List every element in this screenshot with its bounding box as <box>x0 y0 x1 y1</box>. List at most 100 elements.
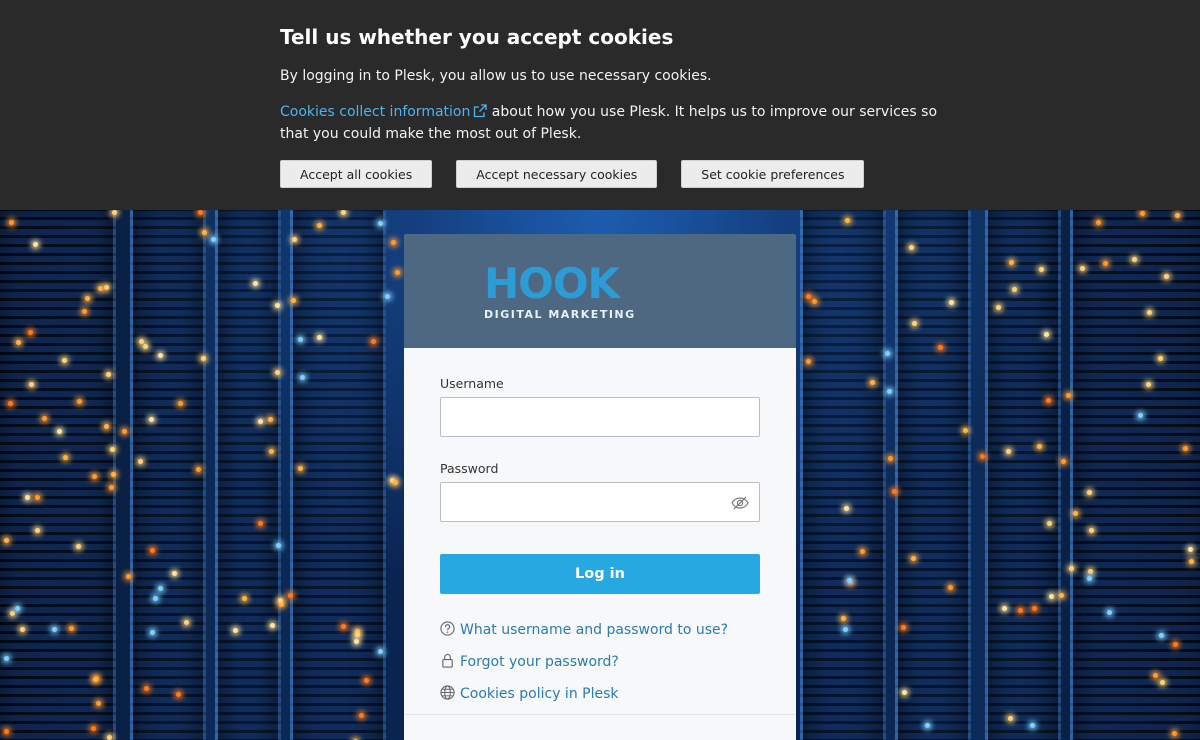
divider <box>404 714 796 715</box>
cookie-banner-content: Tell us whether you accept cookies By lo… <box>280 24 940 188</box>
server-led <box>150 630 156 636</box>
server-led <box>27 330 33 336</box>
server-led <box>291 298 297 304</box>
server-led <box>34 494 40 500</box>
server-led <box>274 369 280 375</box>
server-led <box>1002 606 1008 611</box>
cookies-info-link[interactable]: Cookies collect information <box>280 104 488 120</box>
server-led <box>886 389 892 395</box>
server-led <box>925 723 931 729</box>
server-led <box>1006 448 1012 454</box>
forgot-password-label: Forgot your password? <box>460 654 619 670</box>
forgot-password-link[interactable]: Forgot your password? <box>440 646 760 678</box>
server-led <box>891 489 897 495</box>
server-led <box>297 465 303 471</box>
server-led <box>258 418 264 424</box>
server-led <box>104 284 110 290</box>
server-led <box>195 466 201 472</box>
cookie-banner-info: Cookies collect information about how yo… <box>280 102 940 144</box>
server-led <box>35 528 41 534</box>
server-led <box>111 472 117 478</box>
server-led <box>137 458 143 464</box>
server-led <box>806 358 812 364</box>
server-led <box>33 242 38 248</box>
eye-slash-icon[interactable] <box>731 495 749 514</box>
cookies-policy-link[interactable]: Cookies policy in Plesk <box>440 678 760 710</box>
server-led <box>149 547 155 553</box>
server-led <box>8 400 14 406</box>
server-led <box>142 344 148 350</box>
server-led <box>1137 412 1143 418</box>
server-led <box>103 423 109 429</box>
login-header: HOOK DIGITAL MARKETING <box>404 234 796 348</box>
server-led <box>996 304 1002 310</box>
server-led <box>3 656 9 662</box>
server-led <box>1157 356 1163 362</box>
server-led <box>158 353 164 359</box>
server-led <box>812 299 818 305</box>
server-led <box>1096 220 1102 226</box>
server-led <box>138 339 144 345</box>
login-form: Username Password Log in What username a… <box>404 348 796 710</box>
server-led <box>887 456 893 462</box>
cookie-banner-title: Tell us whether you accept cookies <box>280 25 674 49</box>
server-led <box>232 627 238 633</box>
server-led <box>76 398 82 404</box>
credentials-help-link[interactable]: What username and password to use? <box>440 614 760 646</box>
server-led <box>241 595 247 601</box>
server-led <box>9 219 15 225</box>
username-label: Username <box>440 376 504 391</box>
server-led <box>1087 576 1093 582</box>
server-led <box>275 542 281 548</box>
server-led <box>175 692 181 698</box>
server-led <box>394 269 400 275</box>
server-led <box>1072 511 1078 517</box>
server-led <box>299 375 305 381</box>
server-led <box>20 626 26 632</box>
server-led <box>178 400 184 406</box>
server-led <box>82 308 88 314</box>
server-led <box>98 286 104 292</box>
server-led <box>42 416 48 422</box>
server-led <box>1174 212 1180 218</box>
server-led <box>912 320 918 326</box>
external-link-icon <box>473 104 488 124</box>
server-led <box>1043 331 1049 337</box>
server-led <box>806 293 812 299</box>
server-led <box>1160 679 1166 685</box>
server-led <box>1187 546 1193 552</box>
cookie-banner-text: By logging in to Plesk, you allow us to … <box>280 68 712 84</box>
server-led <box>1008 715 1014 721</box>
server-led <box>1152 673 1158 679</box>
server-led <box>355 632 360 638</box>
server-led <box>385 294 391 300</box>
server-led <box>370 338 376 344</box>
accept-necessary-cookies-button[interactable]: Accept necessary cookies <box>456 160 658 188</box>
server-led <box>902 690 908 696</box>
server-led <box>948 300 954 306</box>
username-input[interactable] <box>441 398 759 436</box>
cookie-actions: Accept all cookies Accept necessary cook… <box>280 160 940 188</box>
cookie-banner: Tell us whether you accept cookies By lo… <box>0 0 1200 210</box>
help-links: What username and password to use? Forgo… <box>440 614 760 710</box>
accept-all-cookies-button[interactable]: Accept all cookies <box>280 160 433 188</box>
login-panel: HOOK DIGITAL MARKETING Username Password… <box>404 234 796 740</box>
password-input[interactable] <box>441 483 759 521</box>
server-led <box>1049 594 1055 600</box>
cookie-preferences-button[interactable]: Set cookie preferences <box>681 160 865 188</box>
server-led <box>105 371 111 377</box>
server-led <box>108 485 114 491</box>
login-button[interactable]: Log in <box>440 554 760 594</box>
server-led <box>1018 608 1024 614</box>
server-led <box>860 548 866 554</box>
server-led <box>1182 446 1188 452</box>
server-led <box>937 345 943 351</box>
password-field-wrapper <box>440 482 760 522</box>
server-led <box>148 416 154 422</box>
server-led <box>75 544 81 550</box>
server-led <box>316 335 322 341</box>
server-led <box>390 240 396 246</box>
server-led <box>10 610 16 616</box>
server-led <box>172 571 178 577</box>
cookies-info-link-label: Cookies collect information <box>280 104 471 120</box>
